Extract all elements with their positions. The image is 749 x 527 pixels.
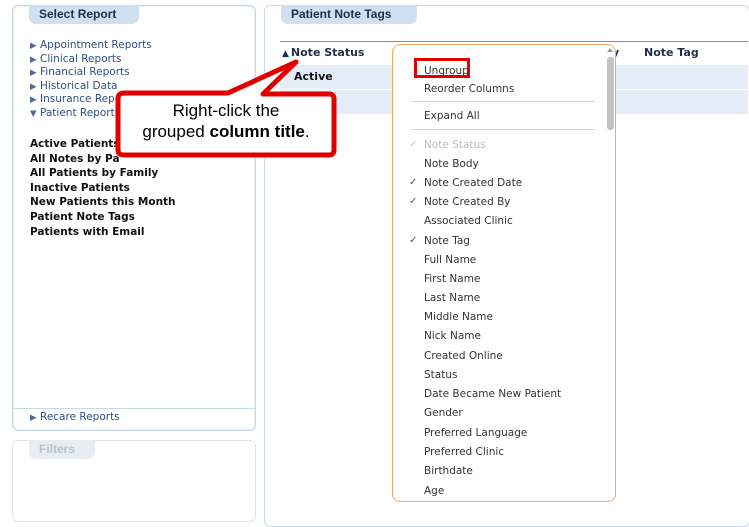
sort-ascending-icon: ▲ [282, 49, 289, 59]
menu-item-reorder-columns[interactable]: Reorder Columns [424, 82, 514, 96]
triangle-right-icon: ▶ [30, 81, 37, 92]
menu-separator [411, 129, 595, 130]
report-item[interactable]: Inactive Patients [30, 181, 176, 196]
column-note-tag[interactable]: Note Tag [644, 46, 699, 59]
menu-item-created-online[interactable]: Created Online [424, 349, 503, 363]
callout-text: Right-click the grouped column title. [142, 101, 310, 141]
scrollbar-thumb[interactable] [607, 57, 614, 130]
menu-item-age[interactable]: Age [424, 484, 444, 498]
report-item[interactable]: All Notes by Pa [30, 152, 176, 167]
report-item[interactable]: Patients with Email [30, 225, 176, 240]
filters-title: Filters [29, 440, 95, 459]
divider [13, 408, 255, 409]
menu-item-expand-all[interactable]: Expand All [424, 109, 480, 123]
report-item[interactable]: All Patients by Family [30, 166, 176, 181]
scrollbar[interactable] [607, 48, 614, 498]
checkmark-icon: ✓ [409, 235, 418, 246]
menu-item-nick-name[interactable]: Nick Name [424, 329, 481, 343]
menu-item-associated-clinic[interactable]: Associated Clinic [424, 214, 513, 228]
scroll-up-arrow-icon[interactable] [607, 48, 613, 52]
column-note-status[interactable]: ▲ Note Status [282, 46, 364, 59]
menu-item-full-name[interactable]: Full Name [424, 253, 476, 267]
checkmark-icon: ✓ [409, 139, 418, 150]
menu-item-last-name[interactable]: Last Name [424, 291, 480, 305]
menu-item-status[interactable]: Status [424, 368, 457, 382]
menu-item-preferred-clinic[interactable]: Preferred Clinic [424, 445, 504, 459]
triangle-right-icon: ▶ [30, 41, 37, 51]
menu-item-preferred-language[interactable]: Preferred Language [424, 426, 527, 440]
column-context-menu: Ungroup Reorder Columns Expand All ✓ Note St… [392, 44, 616, 502]
menu-item-birthdate[interactable]: Birthdate [424, 464, 473, 478]
menu-item-note-tag[interactable]: ✓ Note Tag [409, 234, 470, 248]
category-historical-data[interactable]: ▶ Historical Data [30, 80, 152, 94]
patient-report-list: Active Patients All Notes by Pa All Pati… [30, 137, 176, 239]
report-item[interactable]: New Patients this Month [30, 195, 176, 210]
menu-item-note-created-by[interactable]: ✓ Note Created By [409, 195, 511, 209]
triangle-down-icon: ▼ [30, 108, 37, 119]
report-item[interactable]: Patient Note Tags [30, 210, 176, 225]
triangle-right-icon: ▶ [30, 68, 37, 79]
triangle-right-icon: ▶ [30, 413, 37, 423]
checkmark-icon: ✓ [409, 196, 418, 207]
menu-separator [411, 101, 595, 102]
select-report-panel: Select Report ▶ Appointment Reports ▶ Clin… [12, 5, 256, 431]
category-recare-reports[interactable]: ▶ Recare Reports [30, 411, 120, 423]
menu-item-date-became-new-patient[interactable]: Date Became New Patient [424, 387, 561, 401]
menu-item-gender[interactable]: Gender [424, 406, 463, 420]
menu-item-first-name[interactable]: First Name [424, 272, 480, 286]
menu-item-note-status: ✓ Note Status [409, 139, 486, 151]
menu-item-note-created-date[interactable]: ✓ Note Created Date [409, 176, 522, 190]
triangle-right-icon: ▶ [30, 95, 37, 106]
category-appointment-reports[interactable]: ▶ Appointment Reports [30, 39, 152, 53]
report-title: Patient Note Tags [281, 5, 417, 24]
category-clinical-reports[interactable]: ▶ Clinical Reports [30, 53, 152, 67]
checkmark-icon: ✓ [409, 177, 418, 188]
select-report-title: Select Report [29, 5, 139, 24]
menu-item-ungroup[interactable]: Ungroup [424, 64, 469, 78]
category-financial-reports[interactable]: ▶ Financial Reports [30, 66, 152, 80]
menu-item-note-body[interactable]: Note Body [424, 157, 479, 171]
menu-item-middle-name[interactable]: Middle Name [424, 310, 493, 324]
triangle-right-icon: ▶ [30, 54, 37, 65]
